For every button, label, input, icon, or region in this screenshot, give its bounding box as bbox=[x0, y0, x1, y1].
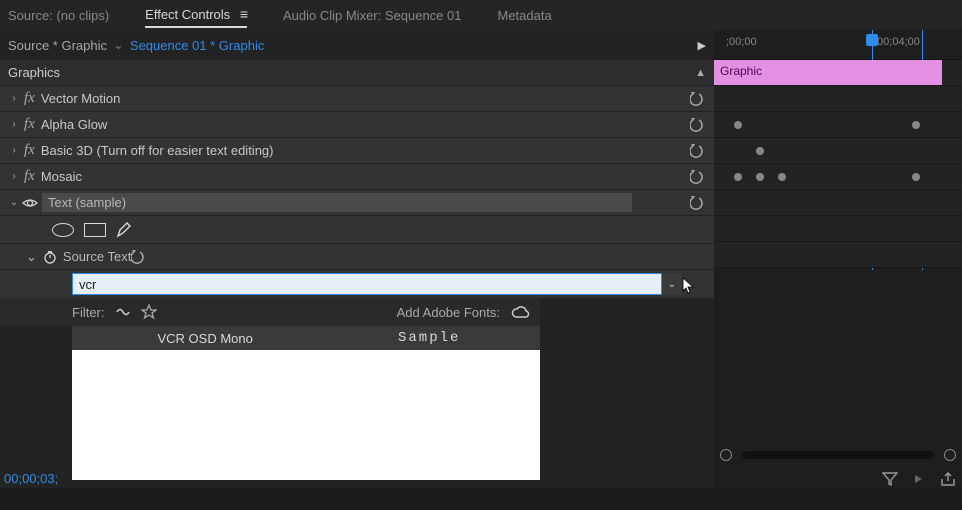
keyframe-icon[interactable] bbox=[912, 173, 920, 181]
filter-label: Filter: bbox=[72, 305, 105, 320]
effect-label: Basic 3D (Turn off for easier text editi… bbox=[41, 143, 706, 158]
text-layer-label: Text (sample) bbox=[42, 193, 632, 212]
effect-label: Alpha Glow bbox=[41, 117, 706, 132]
keyframe-icon[interactable] bbox=[912, 121, 920, 129]
effect-row-mosaic[interactable]: › fx Mosaic bbox=[0, 164, 714, 190]
stopwatch-icon[interactable] bbox=[43, 250, 57, 264]
fx-icon[interactable]: fx bbox=[24, 91, 35, 106]
keyframe-icon[interactable] bbox=[734, 173, 742, 181]
sequence-link[interactable]: Sequence 01 * Graphic bbox=[130, 38, 264, 53]
tab-source[interactable]: Source: (no clips) bbox=[8, 4, 109, 27]
keyframe-icon[interactable] bbox=[778, 173, 786, 181]
time-ruler[interactable]: ;00;00 ;00;04;00 bbox=[714, 30, 962, 60]
expand-icon[interactable]: › bbox=[8, 93, 20, 104]
font-filter-row: Filter: Add Adobe Fonts: bbox=[0, 298, 540, 326]
play-audio-icon[interactable] bbox=[912, 472, 926, 486]
filter-effects-icon[interactable] bbox=[882, 472, 898, 486]
font-option-row[interactable]: VCR OSD Mono Sample bbox=[72, 326, 540, 350]
effect-timeline: ;00;00 ;00;04;00 Graphic bbox=[714, 30, 962, 488]
effect-row-alpha-glow[interactable]: › fx Alpha Glow bbox=[0, 112, 714, 138]
favorite-icon[interactable] bbox=[141, 304, 157, 320]
effect-controls-panel: Source * Graphic ⌄ Sequence 01 * Graphic… bbox=[0, 30, 714, 488]
fx-icon[interactable]: fx bbox=[24, 169, 35, 184]
graphics-heading: Graphics ▲ bbox=[0, 60, 714, 86]
mouse-cursor-icon bbox=[682, 277, 696, 295]
expand-icon[interactable]: › bbox=[8, 171, 20, 182]
fx-icon[interactable]: fx bbox=[24, 117, 35, 132]
expand-icon[interactable]: › bbox=[8, 145, 20, 156]
ruler-tick: ;00;04;00 bbox=[874, 36, 920, 48]
pen-mask-icon[interactable] bbox=[116, 222, 132, 238]
ellipse-mask-icon[interactable] bbox=[52, 223, 74, 237]
ruler-tick: ;00;00 bbox=[726, 36, 757, 48]
expand-icon[interactable]: › bbox=[8, 119, 20, 130]
reset-icon[interactable] bbox=[690, 92, 706, 106]
zoom-in-handle[interactable] bbox=[944, 449, 956, 461]
source-text-label: Source Text bbox=[63, 249, 131, 264]
timeline-footer-icons bbox=[882, 472, 956, 486]
font-option-sample: Sample bbox=[328, 330, 530, 346]
collapse-icon[interactable]: ▲ bbox=[695, 67, 706, 79]
visibility-icon[interactable] bbox=[22, 197, 38, 209]
clip-bar[interactable]: Graphic bbox=[714, 60, 942, 85]
font-option-name: VCR OSD Mono bbox=[82, 331, 328, 346]
rectangle-mask-icon[interactable] bbox=[84, 223, 106, 237]
effect-label: Vector Motion bbox=[41, 91, 706, 106]
source-label: Source * Graphic bbox=[8, 38, 107, 53]
go-to-playhead-icon[interactable]: ▶ bbox=[698, 39, 706, 52]
tab-effect-controls-label: Effect Controls bbox=[145, 7, 230, 22]
font-family-input[interactable] bbox=[72, 273, 662, 295]
panel-menu-icon[interactable]: ≡ bbox=[240, 6, 247, 22]
property-track[interactable] bbox=[714, 86, 962, 112]
scroll-track[interactable] bbox=[742, 451, 934, 459]
property-track[interactable] bbox=[714, 190, 962, 216]
effect-label: Mosaic bbox=[41, 169, 706, 184]
effect-row-basic-3d[interactable]: › fx Basic 3D (Turn off for easier text … bbox=[0, 138, 714, 164]
similar-fonts-icon[interactable] bbox=[115, 305, 131, 319]
source-sequence-row: Source * Graphic ⌄ Sequence 01 * Graphic… bbox=[0, 30, 714, 60]
clip-label: Graphic bbox=[720, 64, 762, 78]
creative-cloud-icon[interactable] bbox=[510, 305, 530, 319]
keyframe-icon[interactable] bbox=[756, 147, 764, 155]
reset-icon[interactable] bbox=[131, 250, 147, 264]
property-track[interactable] bbox=[714, 138, 962, 164]
property-track[interactable] bbox=[714, 242, 962, 268]
reset-icon[interactable] bbox=[690, 196, 706, 210]
export-icon[interactable] bbox=[940, 472, 956, 486]
collapse-icon[interactable]: ⌄ bbox=[26, 249, 37, 265]
effect-row-vector-motion[interactable]: › fx Vector Motion bbox=[0, 86, 714, 112]
keyframe-icon[interactable] bbox=[756, 173, 764, 181]
property-track[interactable] bbox=[714, 112, 962, 138]
font-preview-area bbox=[72, 350, 540, 480]
property-track[interactable] bbox=[714, 216, 962, 242]
graphics-heading-label: Graphics bbox=[8, 65, 60, 80]
clip-track: Graphic bbox=[714, 60, 962, 86]
timeline-scrollbar[interactable] bbox=[714, 446, 962, 464]
source-text-row[interactable]: ⌄ Source Text bbox=[0, 244, 714, 270]
tab-audio-mixer[interactable]: Audio Clip Mixer: Sequence 01 bbox=[283, 4, 462, 27]
font-dropdown-icon[interactable]: ⌄ bbox=[662, 273, 682, 295]
add-adobe-fonts-label: Add Adobe Fonts: bbox=[397, 305, 500, 320]
keyframe-icon[interactable] bbox=[734, 121, 742, 129]
tab-metadata[interactable]: Metadata bbox=[497, 4, 551, 27]
reset-icon[interactable] bbox=[690, 170, 706, 184]
property-track[interactable] bbox=[714, 164, 962, 190]
tab-effect-controls[interactable]: Effect Controls ≡ bbox=[145, 2, 247, 28]
mask-shape-row bbox=[0, 216, 714, 244]
collapse-icon[interactable]: ⌄ bbox=[8, 197, 20, 208]
panel-tabs: Source: (no clips) Effect Controls ≡ Aud… bbox=[0, 0, 962, 30]
zoom-out-handle[interactable] bbox=[720, 449, 732, 461]
reset-icon[interactable] bbox=[690, 118, 706, 132]
fx-icon[interactable]: fx bbox=[24, 143, 35, 158]
font-family-row: ⌄ bbox=[0, 270, 714, 298]
chevron-down-icon[interactable]: ⌄ bbox=[113, 37, 124, 53]
reset-icon[interactable] bbox=[690, 144, 706, 158]
text-layer-row[interactable]: ⌄ Text (sample) bbox=[0, 190, 714, 216]
current-timecode[interactable]: 00;00;03; bbox=[4, 471, 58, 486]
